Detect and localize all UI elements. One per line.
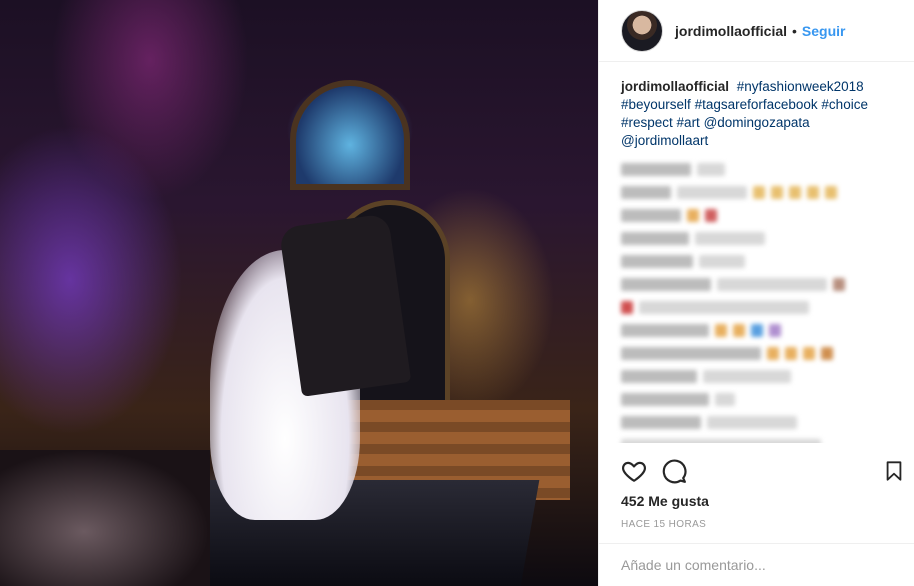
blurred-comment: [621, 204, 893, 227]
blurred-comment: [621, 181, 893, 204]
likes-count[interactable]: 452 Me gusta: [621, 493, 709, 509]
blurred-comment: [621, 227, 893, 250]
model-dark-coat: [278, 213, 412, 397]
add-comment-bar: [599, 543, 914, 586]
post-header: jordimollaofficial • Seguir: [599, 0, 914, 62]
mention-link[interactable]: @jordimollaart: [621, 133, 708, 148]
follow-button[interactable]: Seguir: [802, 23, 846, 39]
blurred-comment: [621, 158, 893, 181]
post-caption: jordimollaofficial #nyfashionweek2018 #b…: [621, 78, 893, 150]
blurred-comment: [621, 411, 893, 434]
comment-bubble-icon[interactable]: [661, 458, 687, 484]
blurred-comment: [621, 250, 893, 273]
blurred-comment: [621, 319, 893, 342]
post-photo[interactable]: [0, 0, 598, 586]
action-bar: [621, 458, 902, 486]
hashtag-link[interactable]: #tagsareforfacebook: [695, 97, 818, 112]
comment-input[interactable]: [621, 557, 893, 573]
post-sidebar: jordimollaofficial • Seguir jordimollaof…: [598, 0, 914, 586]
hashtag-link[interactable]: #respect: [621, 115, 673, 130]
blurred-comment: [621, 434, 893, 443]
hashtag-link[interactable]: #art: [677, 115, 700, 130]
blurred-comment: [621, 296, 893, 319]
separator-dot: •: [792, 22, 797, 39]
post-timestamp[interactable]: HACE 15 HORAS: [621, 519, 706, 530]
blurred-comment: [621, 273, 893, 296]
hashtag-link[interactable]: #choice: [821, 97, 868, 112]
caption-username[interactable]: jordimollaofficial: [621, 79, 729, 94]
hashtag-link[interactable]: #nyfashionweek2018: [737, 79, 864, 94]
blurred-comment: [621, 388, 893, 411]
runway: [160, 480, 540, 586]
blurred-comment: [621, 365, 893, 388]
comments-section[interactable]: jordimollaofficial #nyfashionweek2018 #b…: [599, 78, 914, 443]
mention-link[interactable]: @domingozapata: [704, 115, 810, 130]
audience: [0, 450, 210, 586]
bookmark-icon[interactable]: [883, 458, 905, 484]
stained-glass-window: [290, 80, 410, 190]
avatar[interactable]: [621, 9, 663, 52]
blurred-comments: [621, 158, 893, 443]
blurred-comment: [621, 342, 893, 365]
header-username[interactable]: jordimollaofficial: [675, 23, 787, 39]
hashtag-link[interactable]: #beyourself: [621, 97, 691, 112]
heart-icon[interactable]: [621, 458, 647, 484]
